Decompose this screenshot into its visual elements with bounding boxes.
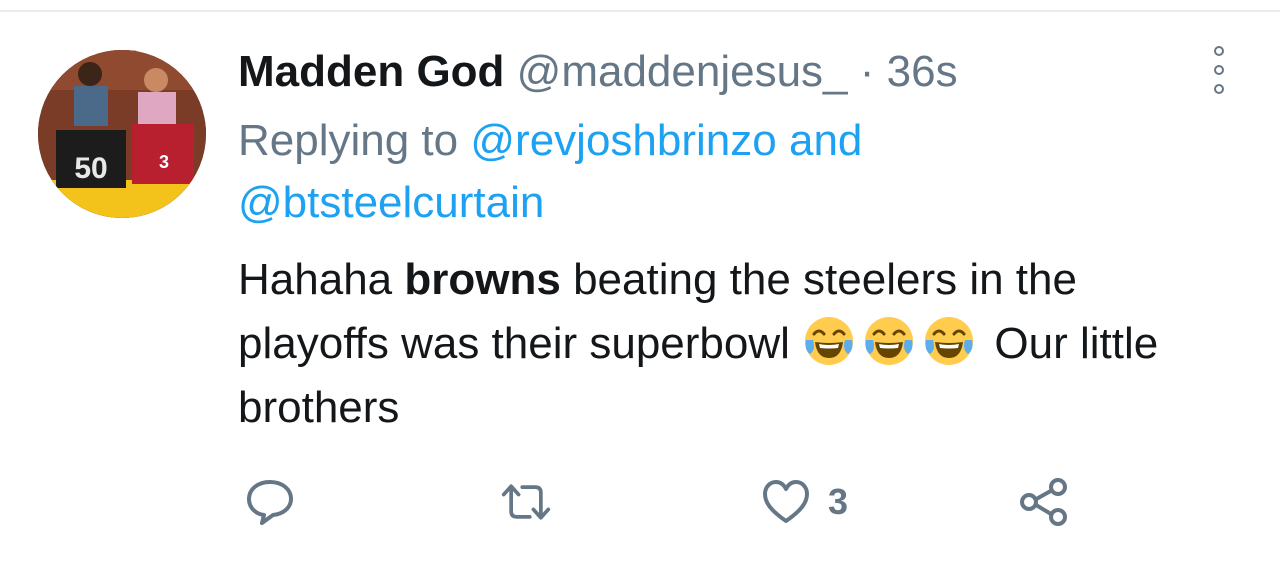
timestamp[interactable]: 36s: [887, 47, 958, 96]
avatar[interactable]: 50 3: [38, 50, 206, 218]
action-bar: 3: [0, 470, 1280, 534]
tweet-text: Hahaha browns beating the steelers in th…: [238, 248, 1198, 440]
separator-dot: ·: [859, 47, 875, 96]
retweet-icon: [501, 484, 551, 520]
share-button[interactable]: [1018, 470, 1070, 534]
reply-mention-link[interactable]: @revjoshbrinzo: [470, 116, 776, 165]
share-icon: [1020, 478, 1067, 526]
like-count: 3: [828, 481, 849, 522]
like-button[interactable]: 3: [760, 470, 848, 534]
heart-icon: [763, 480, 809, 523]
reply-button[interactable]: [244, 470, 296, 534]
top-divider: [0, 10, 1280, 12]
tweet-header: Madden God @maddenjesus_ · 36s: [238, 42, 958, 102]
display-name[interactable]: Madden God: [238, 47, 504, 96]
svg-text:3: 3: [159, 152, 169, 172]
replying-to-label: Replying to: [238, 116, 459, 165]
comment-icon: [247, 480, 293, 525]
replying-to: Replying to @revjoshbrinzo and @btsteelc…: [238, 110, 1218, 234]
retweet-button[interactable]: [500, 470, 552, 534]
reply-mention-link[interactable]: @btsteelcurtain: [238, 178, 544, 227]
reply-and-label[interactable]: and: [789, 116, 862, 165]
face-with-tears-of-joy-icon: [922, 314, 976, 368]
avatar-image: 50 3: [38, 50, 206, 218]
face-with-tears-of-joy-icon: [862, 314, 916, 368]
more-options-icon[interactable]: [1208, 46, 1230, 94]
face-with-tears-of-joy-icon: [802, 314, 856, 368]
user-handle[interactable]: @maddenjesus_: [517, 47, 848, 96]
svg-text:50: 50: [74, 152, 107, 185]
tweet-text-bold: browns: [404, 255, 561, 304]
tweet-text-part: Hahaha: [238, 255, 393, 304]
emoji-group: [802, 317, 982, 368]
